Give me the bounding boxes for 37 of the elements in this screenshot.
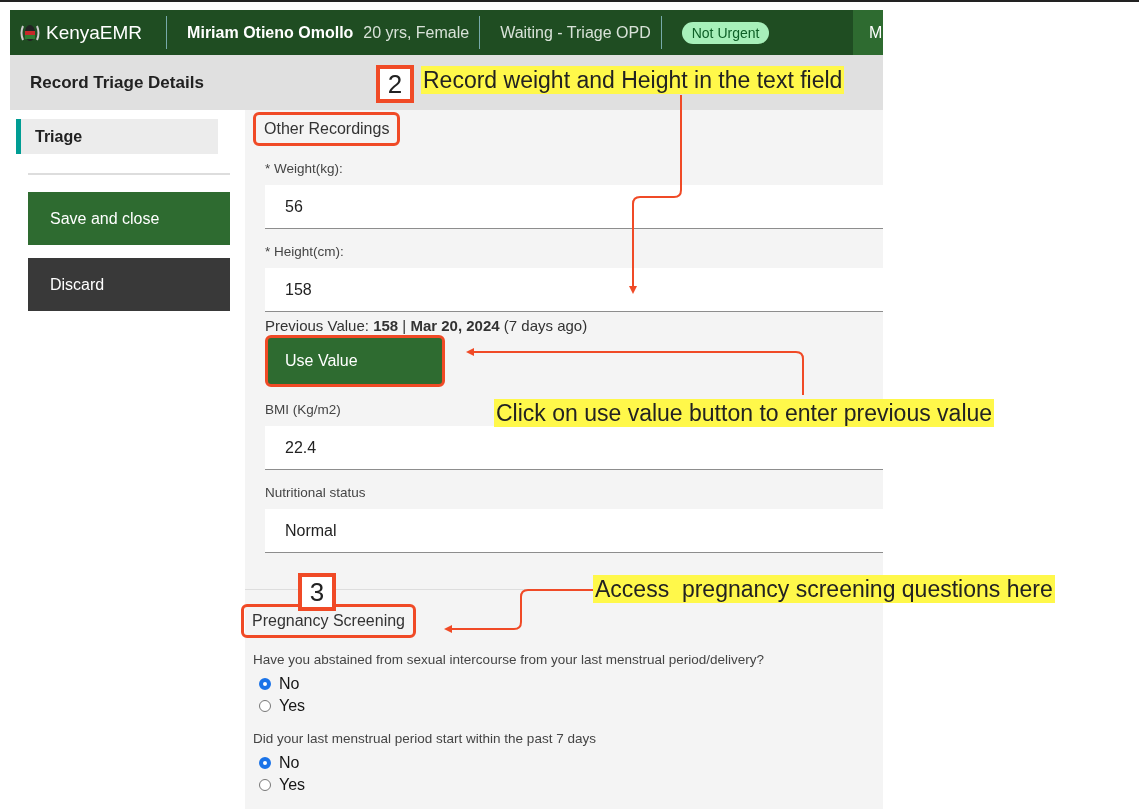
annotation-note: Access pregnancy screening questions here bbox=[593, 575, 1055, 603]
save-button[interactable]: Save and close bbox=[28, 192, 230, 245]
question-text: Have you abstained from sexual intercourse from your last menstrual period/delivery? bbox=[253, 652, 764, 667]
header-button[interactable]: M bbox=[853, 10, 883, 55]
priority-tag: Not Urgent bbox=[681, 21, 770, 44]
input-field[interactable]: Normal bbox=[265, 509, 883, 553]
radio-button[interactable] bbox=[259, 700, 271, 712]
use-value-button[interactable]: Use Value bbox=[265, 335, 445, 387]
input-field[interactable]: 56 bbox=[265, 185, 883, 229]
radio-button[interactable] bbox=[259, 779, 271, 791]
patient-name: Miriam Otieno Omollo bbox=[187, 23, 354, 42]
previous-value-text: Previous Value: 158 | Mar 20, 2024 (7 days ago) bbox=[265, 317, 588, 334]
app-name: KenyaEMR bbox=[46, 21, 143, 44]
input-field[interactable]: 158 bbox=[265, 268, 883, 312]
option-label: Yes bbox=[279, 776, 306, 794]
visit-status: Waiting - Triage OPD bbox=[500, 23, 651, 42]
section-title: Other Recordings bbox=[253, 112, 401, 146]
option-label: Yes bbox=[279, 697, 306, 715]
annotation-note: Record weight and Height in the text field bbox=[421, 66, 845, 94]
field-label: * Height(cm): bbox=[265, 244, 344, 259]
annotation-note: Click on use value button to enter previous value bbox=[494, 399, 995, 427]
step-number: 3 bbox=[298, 573, 336, 611]
shield-logo-icon bbox=[20, 22, 40, 43]
radio-button[interactable] bbox=[259, 757, 271, 769]
sidebar-tab[interactable]: Triage bbox=[16, 119, 218, 154]
discard-button[interactable]: Discard bbox=[28, 258, 230, 311]
patient-details: 20 yrs, Female bbox=[363, 23, 470, 42]
input-field[interactable]: 22.4 bbox=[265, 426, 883, 470]
radio-button[interactable] bbox=[259, 678, 271, 690]
option-label: No bbox=[279, 754, 300, 772]
question-text: Did your last menstrual period start within the past 7 days bbox=[253, 731, 596, 746]
field-label: BMI (Kg/m2) bbox=[265, 402, 341, 417]
step-number: 2 bbox=[376, 65, 414, 103]
form-title: Record Triage Details bbox=[29, 72, 204, 93]
field-label: * Weight(kg): bbox=[265, 161, 343, 176]
option-label: No bbox=[279, 675, 300, 693]
field-label: Nutritional status bbox=[265, 485, 366, 500]
